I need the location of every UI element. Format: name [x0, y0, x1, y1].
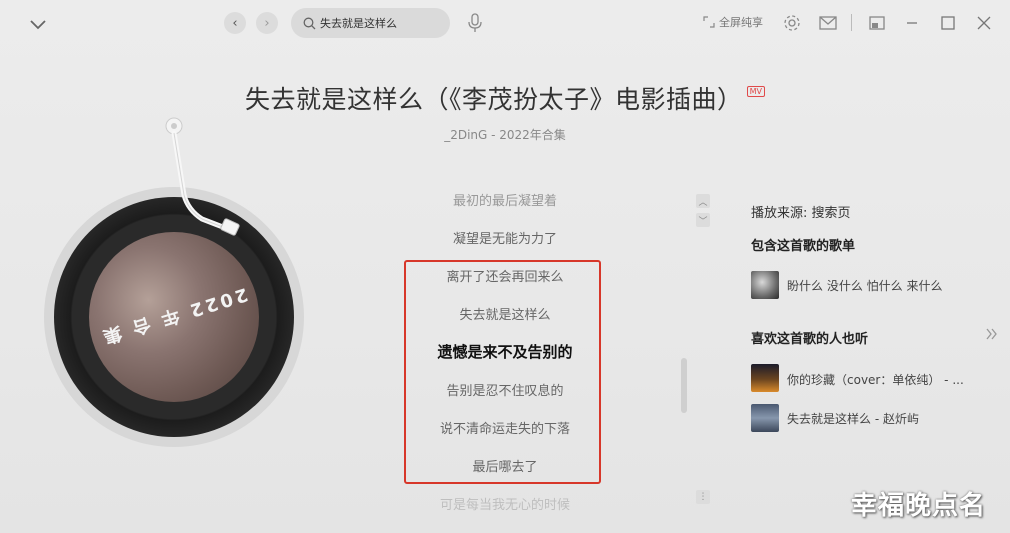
song-title-text: 失去就是这样么（《李茂扮太子》电影插曲） [245, 85, 743, 114]
collapse-chevron-icon[interactable] [28, 14, 48, 34]
mv-badge[interactable]: MV [746, 86, 765, 97]
mini-mode-icon[interactable] [868, 15, 886, 31]
lyrics-scrollbar[interactable] [681, 358, 687, 413]
lyrics-more-button[interactable]: ⋮ [696, 490, 710, 504]
tonearm [165, 117, 240, 236]
chevron-right-icon[interactable] [985, 325, 999, 343]
microphone-icon[interactable] [466, 12, 484, 34]
search-input[interactable] [320, 16, 438, 30]
song-title: 失去就是这样么（《李茂扮太子》电影插曲） MV [0, 80, 1010, 116]
search-icon [303, 17, 316, 29]
song-thumbnail[interactable] [751, 404, 779, 432]
back-button[interactable]: ‹ [224, 12, 246, 34]
lyric-line[interactable]: 凝望是无能为力了 [405, 228, 605, 247]
fullscreen-label: 全屏纯享 [719, 16, 763, 29]
lyrics-scroll-down-button[interactable]: ﹀ [696, 213, 710, 227]
minimize-icon[interactable] [903, 13, 921, 33]
lyrics-scroll-up-button[interactable]: ︿ [696, 194, 710, 208]
song-thumbnail[interactable] [751, 364, 779, 392]
artist-album[interactable]: _2DinG - 2022年合集 [0, 126, 1010, 143]
search-box[interactable] [291, 8, 450, 38]
lyric-line[interactable]: 最初的最后凝望着 [405, 190, 605, 209]
playlists-heading: 包含这首歌的歌单 [751, 239, 856, 254]
also-listen-heading: 喜欢这首歌的人也听 [751, 332, 869, 347]
fullscreen-mode-button[interactable]: 全屏纯享 [703, 14, 763, 30]
expand-icon [703, 16, 715, 28]
album-cover-text: 2022 年 合 集 [97, 283, 250, 348]
playlist-thumbnail[interactable] [751, 271, 779, 299]
play-source[interactable]: 播放来源: 搜索页 [751, 202, 851, 221]
highlight-annotation-box [404, 260, 601, 484]
mail-icon[interactable] [818, 15, 838, 31]
forward-button[interactable]: › [256, 12, 278, 34]
close-icon[interactable] [974, 13, 994, 33]
divider [851, 14, 852, 31]
settings-gear-icon[interactable] [782, 13, 802, 33]
album-cover: 2022 年 合 集 [89, 232, 259, 402]
playlist-item-title[interactable]: 盼什么 没什么 怕什么 来什么 [787, 277, 942, 294]
maximize-icon[interactable] [938, 13, 958, 33]
watermark-text: 幸福晚点名 [851, 491, 987, 521]
lyric-line[interactable]: 可是每当我无心的时候 [405, 494, 605, 513]
related-song-title[interactable]: 失去就是这样么 - 赵炘屿 [787, 410, 919, 427]
related-song-title[interactable]: 你的珍藏（cover：单依纯） - ... [787, 371, 964, 388]
